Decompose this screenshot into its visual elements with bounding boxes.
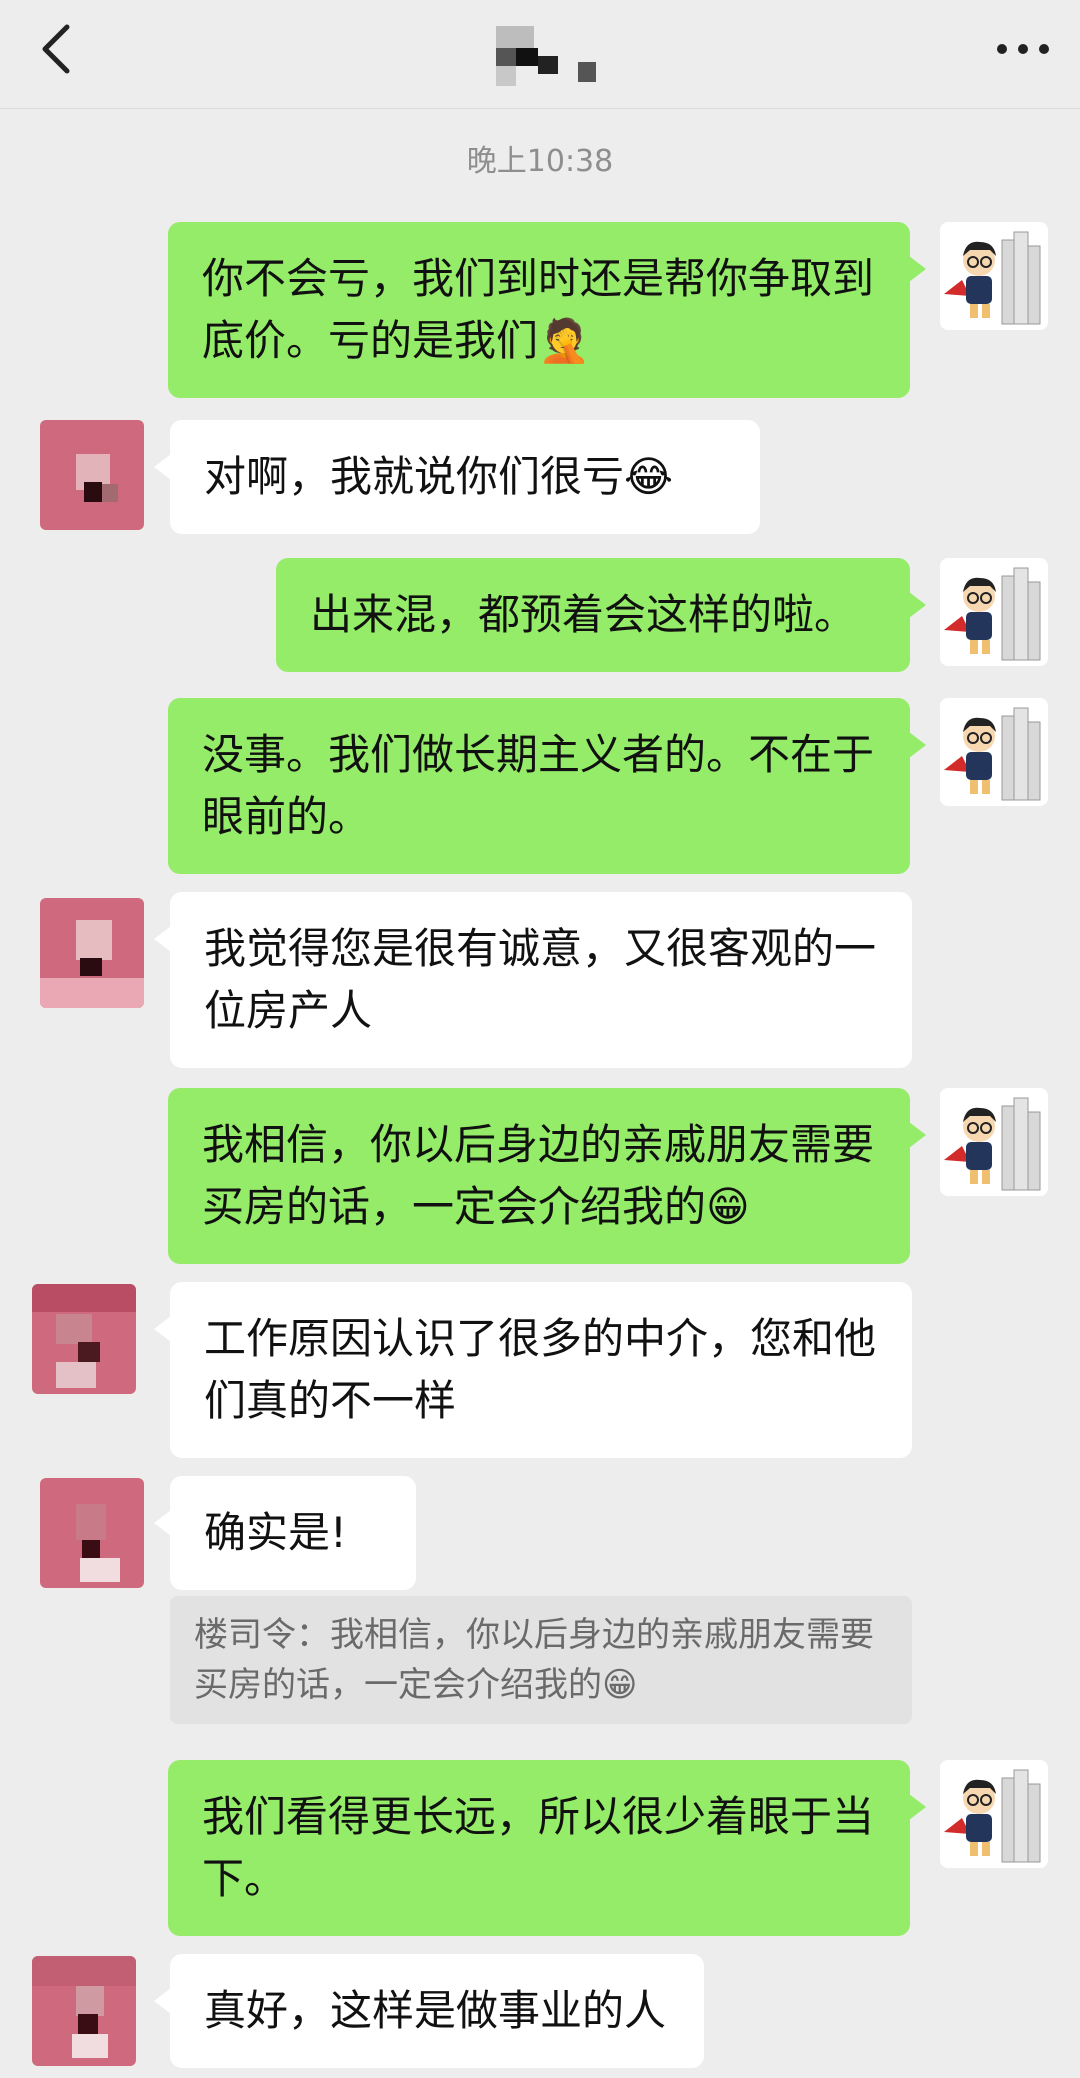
message-text: 出来混，都预着会这样的啦。 [310, 590, 857, 639]
contact-avatar[interactable] [32, 1956, 136, 2066]
chevron-left-icon [42, 24, 70, 74]
outgoing-message-bubble[interactable]: 出来混，都预着会这样的啦。 [276, 558, 926, 672]
agent-avatar-icon [944, 231, 1041, 325]
outgoing-message-bubble[interactable]: 没事。我们做长期主义者的。不在于眼前的。 [168, 698, 926, 874]
message-text: 你不会亏，我们到时还是帮你争取到底价。亏的是我们🤦 [202, 254, 875, 365]
my-avatar[interactable] [940, 698, 1048, 806]
incoming-message-bubble[interactable]: 对啊，我就说你们很亏😂 [154, 420, 760, 534]
message-text: 我相信，你以后身边的亲戚朋友需要买房的话，一定会介绍我的😁 [202, 1120, 875, 1231]
outgoing-message-bubble[interactable]: 我们看得更长远，所以很少着眼于当下。 [168, 1760, 926, 1936]
agent-avatar-icon [944, 707, 1041, 801]
message-text: 工作原因认识了很多的中介，您和他们真的不一样 [204, 1314, 877, 1425]
message-text: 没事。我们做长期主义者的。不在于眼前的。 [202, 730, 875, 841]
message-text: 我觉得您是很有诚意，又很客观的一位房产人 [204, 924, 877, 1035]
contact-avatar[interactable] [40, 420, 144, 530]
my-avatar[interactable] [940, 1760, 1048, 1868]
message-text: 我们看得更长远，所以很少着眼于当下。 [202, 1792, 875, 1903]
incoming-message-bubble[interactable]: 真好，这样是做事业的人 [154, 1954, 704, 2068]
my-avatar[interactable] [940, 558, 1048, 666]
quoted-message[interactable]: 楼司令：我相信，你以后身边的亲戚朋友需要买房的话，一定会介绍我的😁 [170, 1596, 912, 1724]
incoming-message-bubble[interactable]: 确实是! [154, 1476, 416, 1590]
agent-avatar-icon [944, 567, 1041, 661]
outgoing-message-bubble[interactable]: 我相信，你以后身边的亲戚朋友需要买房的话，一定会介绍我的😁 [168, 1088, 926, 1264]
message-timestamp: 晚上10:38 [466, 144, 614, 179]
chat-header [0, 0, 1080, 109]
my-avatar[interactable] [940, 1088, 1048, 1196]
agent-avatar-icon [944, 1769, 1041, 1863]
contact-avatar[interactable] [32, 1284, 136, 1394]
message-text: 对啊，我就说你们很亏😂 [204, 452, 674, 501]
message-text: 确实是! [204, 1508, 347, 1557]
more-dots-icon [997, 44, 1049, 54]
my-avatar[interactable] [940, 222, 1048, 330]
incoming-message-bubble[interactable]: 工作原因认识了很多的中介，您和他们真的不一样 [154, 1282, 912, 1458]
quoted-text: 楼司令：我相信，你以后身边的亲戚朋友需要买房的话，一定会介绍我的😁 [194, 1615, 874, 1705]
contact-avatar[interactable] [40, 1478, 144, 1588]
more-button[interactable] [988, 14, 1058, 84]
message-text: 真好，这样是做事业的人 [204, 1986, 667, 2035]
back-button[interactable] [22, 14, 92, 84]
chat-title-redacted [496, 26, 600, 88]
incoming-message-bubble[interactable]: 我觉得您是很有诚意，又很客观的一位房产人 [154, 892, 912, 1068]
agent-avatar-icon [944, 1097, 1041, 1191]
contact-avatar[interactable] [40, 898, 144, 1008]
outgoing-message-bubble[interactable]: 你不会亏，我们到时还是帮你争取到底价。亏的是我们🤦 [168, 222, 926, 398]
